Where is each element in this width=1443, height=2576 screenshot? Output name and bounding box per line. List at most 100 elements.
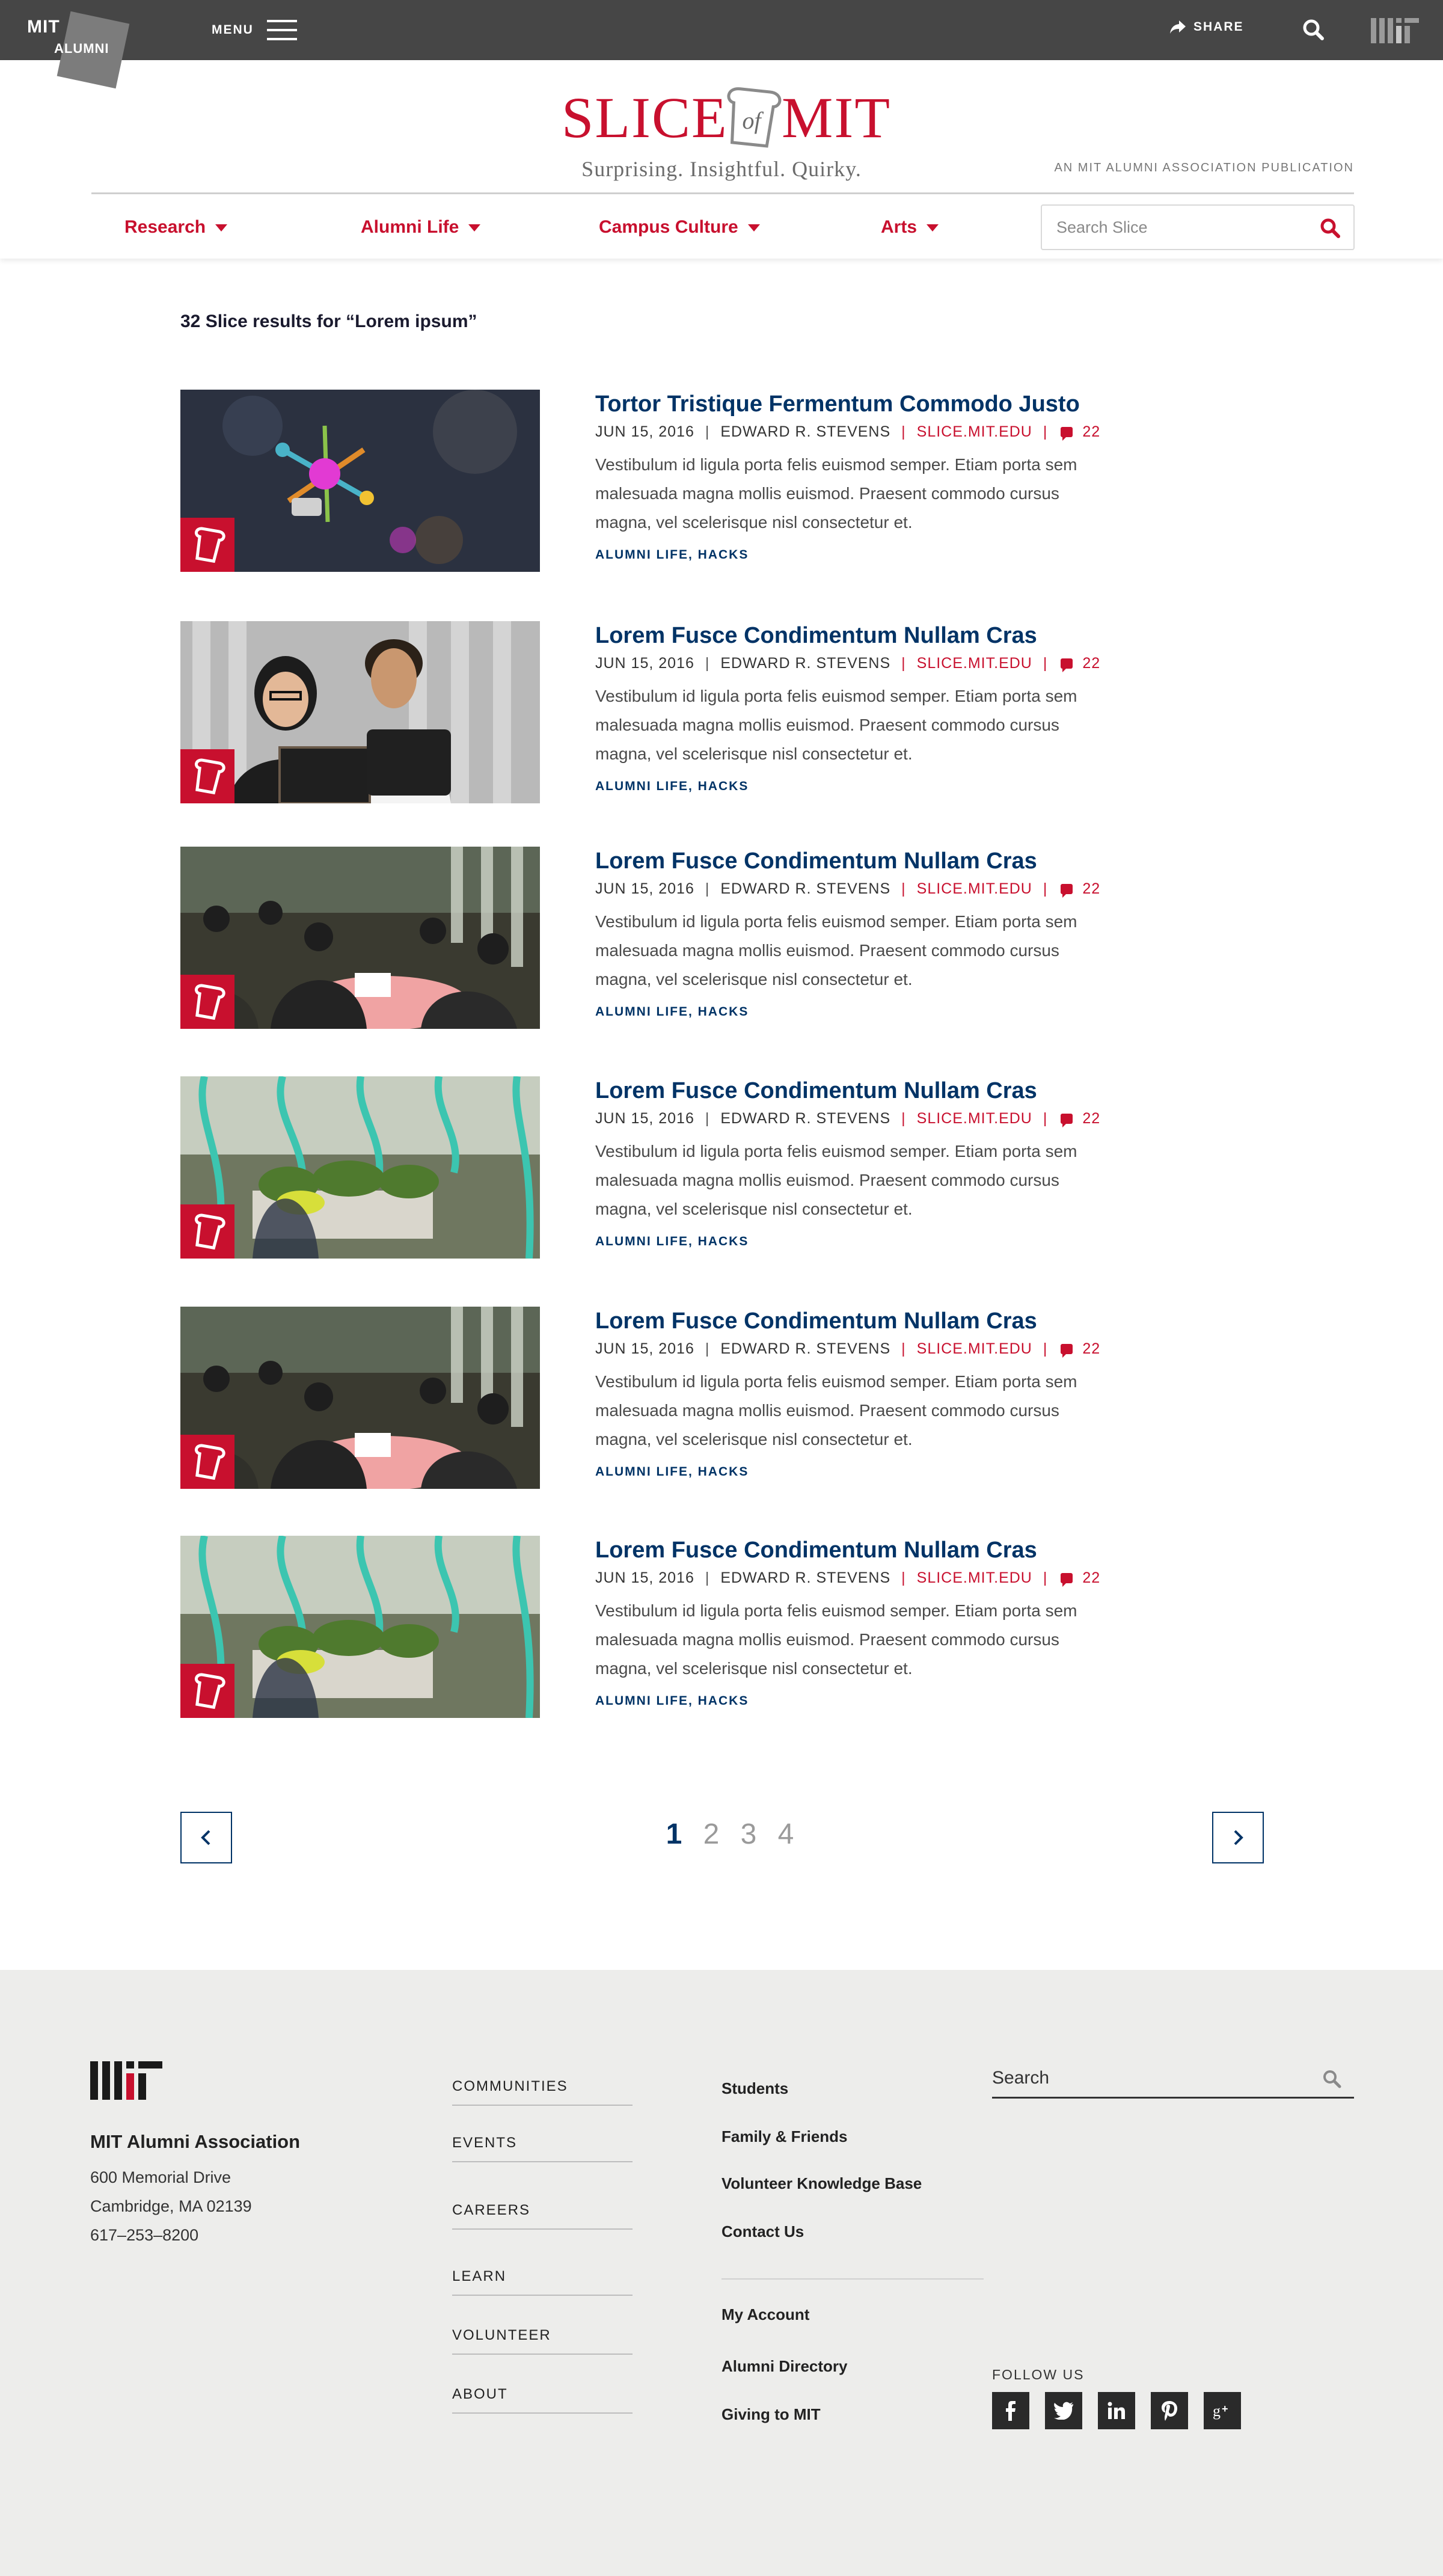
nav-item-campus-culture[interactable]: Campus Culture xyxy=(599,203,760,251)
prev-page-button[interactable] xyxy=(180,1812,232,1863)
footer-link-events[interactable]: EVENTS xyxy=(452,2123,633,2162)
result-title-link[interactable]: Tortor Tristique Fermentum Commodo Justo xyxy=(595,390,1112,419)
search-icon[interactable] xyxy=(1322,2068,1343,2090)
nav-item-arts[interactable]: Arts xyxy=(881,203,939,251)
result-thumbnail[interactable] xyxy=(180,621,540,803)
page-3-link[interactable]: 3 xyxy=(730,1818,767,1851)
category-link[interactable]: ALUMNI LIFE xyxy=(595,779,688,793)
comments-link[interactable]: 22 xyxy=(1058,423,1100,441)
result-site-link[interactable]: SLICE.MIT.EDU xyxy=(917,655,1032,672)
page-numbers: 1 2 3 4 xyxy=(655,1818,804,1851)
footer-link-communities[interactable]: COMMUNITIES xyxy=(452,2066,633,2106)
search-input[interactable] xyxy=(1056,206,1309,249)
slice-badge-icon xyxy=(180,518,234,572)
category-link[interactable]: ALUMNI LIFE xyxy=(595,1234,688,1248)
category-link[interactable]: HACKS xyxy=(698,779,749,793)
result-meta: JUN 15, 2016 | EDWARD R. STEVENS | SLICE… xyxy=(595,655,1112,672)
linkedin-icon[interactable] xyxy=(1098,2392,1135,2429)
twitter-icon[interactable] xyxy=(1045,2392,1082,2429)
result-site-link[interactable]: SLICE.MIT.EDU xyxy=(917,423,1032,441)
result-title-link[interactable]: Lorem Fusce Condimentum Nullam Cras xyxy=(595,1536,1112,1565)
result-thumbnail[interactable] xyxy=(180,1536,540,1718)
search-icon[interactable] xyxy=(1301,17,1327,43)
footer-address-line: 600 Memorial Drive xyxy=(90,2168,231,2186)
nav-item-alumni-life[interactable]: Alumni Life xyxy=(361,203,481,251)
result-thumbnail[interactable] xyxy=(180,1076,540,1259)
result-info: Lorem Fusce Condimentum Nullam Cras JUN … xyxy=(595,847,1112,1019)
footer-link-careers[interactable]: CAREERS xyxy=(452,2190,633,2230)
category-link[interactable]: HACKS xyxy=(698,1005,749,1019)
nav-label: Arts xyxy=(881,217,918,237)
mit-alumni-logo[interactable]: MIT ALUMNI xyxy=(24,11,138,89)
result-meta: JUN 15, 2016 | EDWARD R. STEVENS | SLICE… xyxy=(595,423,1112,441)
result-site-link[interactable]: SLICE.MIT.EDU xyxy=(917,880,1032,898)
footer-link-volunteer[interactable]: VOLUNTEER xyxy=(452,2315,633,2355)
category-link[interactable]: ALUMNI LIFE xyxy=(595,1465,688,1479)
masthead-divider xyxy=(91,192,1354,194)
comments-link[interactable]: 22 xyxy=(1058,1569,1100,1587)
footer-search-input[interactable] xyxy=(992,2060,1305,2096)
category-link[interactable]: HACKS xyxy=(698,548,749,562)
comments-link[interactable]: 22 xyxy=(1058,880,1100,898)
hamburger-icon xyxy=(266,20,297,40)
mit-logo-icon[interactable] xyxy=(1371,18,1419,43)
search-icon[interactable] xyxy=(1319,216,1343,241)
category-link[interactable]: HACKS xyxy=(698,1234,749,1248)
footer-link-label: COMMUNITIES xyxy=(452,2078,568,2094)
category-link[interactable]: HACKS xyxy=(698,1465,749,1479)
logo-slice-word: SLICE xyxy=(562,85,728,150)
result-site-link[interactable]: SLICE.MIT.EDU xyxy=(917,1340,1032,1358)
category-link[interactable]: ALUMNI LIFE xyxy=(595,548,688,562)
category-link[interactable]: ALUMNI LIFE xyxy=(595,1694,688,1708)
page-2-link[interactable]: 2 xyxy=(693,1818,730,1851)
google-plus-icon[interactable]: g + xyxy=(1204,2392,1241,2429)
result-thumbnail[interactable] xyxy=(180,847,540,1029)
category-nav: Research Alumni Life Campus Culture Arts xyxy=(0,203,1443,251)
result-title-link[interactable]: Lorem Fusce Condimentum Nullam Cras xyxy=(595,1076,1112,1105)
footer-link-label: ABOUT xyxy=(452,2386,508,2402)
footer-link-students[interactable]: Students xyxy=(721,2079,788,2098)
result-title-link[interactable]: Lorem Fusce Condimentum Nullam Cras xyxy=(595,847,1112,876)
result-title-link[interactable]: Lorem Fusce Condimentum Nullam Cras xyxy=(595,621,1112,650)
comments-link[interactable]: 22 xyxy=(1058,1110,1100,1127)
comments-link[interactable]: 22 xyxy=(1058,1340,1100,1358)
footer-link-volunteer-kb[interactable]: Volunteer Knowledge Base xyxy=(721,2174,922,2193)
mit-logo-icon[interactable] xyxy=(90,2061,162,2100)
comments-count: 22 xyxy=(1082,1110,1101,1127)
page-1-link[interactable]: 1 xyxy=(655,1818,693,1851)
next-page-button[interactable] xyxy=(1212,1812,1264,1863)
slice-of-mit-logo[interactable]: SLICE of MIT Surprising. Insightful. Qui… xyxy=(559,84,890,186)
menu-button[interactable]: MENU xyxy=(212,18,297,42)
meta-separator: | xyxy=(1043,880,1048,897)
result-categories: ALUMNI LIFE, HACKS xyxy=(595,548,749,562)
publication-label: AN MIT ALUMNI ASSOCIATION PUBLICATION xyxy=(1054,161,1354,174)
comments-link[interactable]: 22 xyxy=(1058,655,1100,672)
category-link[interactable]: ALUMNI LIFE xyxy=(595,1005,688,1019)
meta-separator: | xyxy=(705,880,710,897)
result-site-link[interactable]: SLICE.MIT.EDU xyxy=(917,1569,1032,1587)
footer-link-my-account[interactable]: My Account xyxy=(721,2305,809,2324)
result-author: EDWARD R. STEVENS xyxy=(720,655,891,672)
result-site-link[interactable]: SLICE.MIT.EDU xyxy=(917,1110,1032,1127)
footer-link-giving[interactable]: Giving to MIT xyxy=(721,2405,821,2424)
result-author: EDWARD R. STEVENS xyxy=(720,1110,891,1127)
footer-link-learn[interactable]: LEARN xyxy=(452,2256,633,2296)
nav-item-research[interactable]: Research xyxy=(124,203,228,251)
result-title-link[interactable]: Lorem Fusce Condimentum Nullam Cras xyxy=(595,1307,1112,1336)
meta-separator: | xyxy=(705,423,710,440)
caret-down-icon xyxy=(215,224,228,232)
footer-link-alumni-directory[interactable]: Alumni Directory xyxy=(721,2357,848,2376)
footer-link-contact-us[interactable]: Contact Us xyxy=(721,2222,804,2241)
footer-link-about[interactable]: ABOUT xyxy=(452,2374,633,2414)
result-thumbnail[interactable] xyxy=(180,390,540,572)
result-thumbnail[interactable] xyxy=(180,1307,540,1489)
result-info: Lorem Fusce Condimentum Nullam Cras JUN … xyxy=(595,1307,1112,1479)
facebook-icon[interactable] xyxy=(992,2392,1029,2429)
result-date: JUN 15, 2016 xyxy=(595,1110,694,1127)
footer-link-family-friends[interactable]: Family & Friends xyxy=(721,2127,848,2146)
share-button[interactable]: SHARE xyxy=(1169,19,1244,35)
category-link[interactable]: HACKS xyxy=(698,1694,749,1708)
pinterest-icon[interactable] xyxy=(1151,2392,1188,2429)
page-4-link[interactable]: 4 xyxy=(767,1818,804,1851)
meta-separator: | xyxy=(901,1340,906,1357)
